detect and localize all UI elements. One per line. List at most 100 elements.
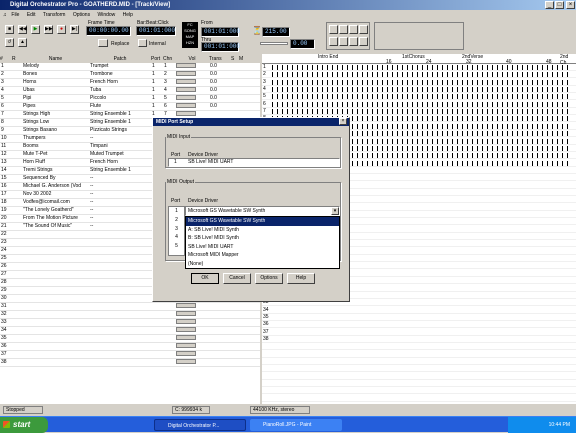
track-patch[interactable] (89, 246, 151, 255)
track-row[interactable]: 2 Bones Trombone 1 2 0.0 (0, 70, 260, 79)
track-patch[interactable]: French Horn (89, 158, 151, 167)
track-patch[interactable]: Muted Trumpet (89, 150, 151, 159)
output-driver-select[interactable]: Microsoft GS Wavetable SW Synth ▾ (185, 206, 340, 216)
track-patch[interactable] (89, 350, 151, 359)
track-patch[interactable] (89, 310, 151, 319)
track-volume[interactable] (175, 70, 209, 79)
tool-4-button[interactable] (359, 25, 368, 34)
record-toggle[interactable] (12, 142, 22, 151)
record-toggle[interactable] (12, 63, 22, 71)
option-sb-uart[interactable]: SB Live! MIDI UART (186, 243, 339, 252)
track-patch[interactable]: Pizzicato Strings (89, 126, 151, 135)
track-port[interactable] (151, 334, 163, 343)
pattern-blocks[interactable] (272, 65, 572, 70)
grid-row[interactable]: 6 (262, 101, 576, 108)
track-patch[interactable] (89, 286, 151, 295)
menu-window[interactable]: Window (94, 10, 118, 20)
col-name[interactable]: Name (22, 54, 89, 63)
track-name[interactable] (22, 230, 89, 239)
play-button[interactable]: ▶ (31, 25, 40, 34)
dialog-close-button[interactable]: × (339, 118, 347, 125)
volume-slider[interactable] (176, 71, 196, 77)
record-toggle[interactable] (12, 286, 22, 295)
track-mute[interactable] (239, 310, 260, 319)
pattern-blocks[interactable] (272, 72, 572, 78)
track-patch[interactable]: Trombone (89, 70, 151, 79)
grid-row[interactable]: 34 (262, 307, 576, 314)
track-port[interactable] (151, 302, 163, 311)
track-name[interactable]: Horns (22, 78, 89, 87)
track-patch[interactable]: Trumpet (89, 63, 151, 71)
volume-slider[interactable] (176, 319, 196, 325)
track-port[interactable] (151, 342, 163, 351)
track-patch[interactable]: -- (89, 198, 151, 207)
marker-1st-chorus[interactable]: 1stChorus (402, 54, 425, 60)
track-row[interactable]: 38 (0, 358, 260, 367)
option-sb-synth-b[interactable]: B: SB Live! MIDI Synth (186, 234, 339, 243)
record-toggle[interactable] (12, 238, 22, 247)
end-button[interactable]: ▶| (70, 25, 79, 34)
track-port[interactable] (151, 358, 163, 367)
track-solo[interactable] (231, 334, 239, 343)
record-toggle[interactable] (12, 310, 22, 319)
track-row[interactable]: 4 Ubas Tuba 1 4 0.0 (0, 86, 260, 95)
track-channel[interactable] (163, 334, 175, 343)
track-name[interactable]: From The Motion Picture (22, 214, 89, 223)
track-name[interactable]: Mute T-Pet (22, 150, 89, 159)
track-volume[interactable] (175, 358, 209, 367)
track-patch[interactable] (89, 342, 151, 351)
grid-row[interactable] (262, 380, 576, 388)
options-button[interactable]: Options (255, 273, 283, 284)
grid-row[interactable]: 37 (262, 329, 576, 336)
track-mute[interactable] (239, 86, 260, 95)
record-toggle[interactable] (12, 246, 22, 255)
track-name[interactable] (22, 326, 89, 335)
track-volume[interactable] (175, 334, 209, 343)
track-name[interactable]: Horn Fluff (22, 158, 89, 167)
track-channel[interactable]: 1 (163, 63, 175, 71)
loop-button[interactable]: ↺ (5, 38, 14, 47)
track-volume[interactable] (175, 86, 209, 95)
track-solo[interactable] (231, 86, 239, 95)
track-name[interactable]: Melody (22, 63, 89, 71)
col-patch[interactable]: Patch (89, 54, 151, 63)
track-patch[interactable] (89, 254, 151, 263)
grid-row[interactable] (262, 358, 576, 365)
track-name[interactable]: Pipes (22, 102, 89, 111)
record-toggle[interactable] (12, 206, 22, 215)
track-patch[interactable]: -- (89, 206, 151, 215)
record-toggle[interactable] (12, 94, 22, 103)
track-port[interactable]: 1 (151, 102, 163, 111)
record-toggle[interactable] (12, 230, 22, 239)
track-channel[interactable] (163, 302, 175, 311)
tool-6-button[interactable] (339, 37, 348, 46)
volume-slider[interactable] (176, 95, 196, 101)
track-volume[interactable] (175, 78, 209, 87)
track-name[interactable]: Bones (22, 70, 89, 79)
pattern-blocks[interactable] (272, 87, 572, 93)
task-digital-orchestrator[interactable]: Digital Orchestrator P... (154, 419, 246, 431)
track-volume[interactable] (175, 102, 209, 111)
record-toggle[interactable] (12, 302, 22, 311)
grid-row[interactable] (262, 343, 576, 351)
track-name[interactable]: Pipi (22, 94, 89, 103)
track-mute[interactable] (239, 94, 260, 103)
track-port[interactable] (151, 326, 163, 335)
track-channel[interactable] (163, 310, 175, 319)
track-port[interactable]: 1 (151, 78, 163, 87)
track-name[interactable] (22, 238, 89, 247)
track-patch[interactable]: -- (89, 174, 151, 183)
volume-slider[interactable] (176, 343, 196, 349)
record-toggle[interactable] (12, 78, 22, 87)
track-mute[interactable] (239, 358, 260, 367)
from-display[interactable]: 001:01:000 (201, 27, 240, 37)
track-name[interactable] (22, 294, 89, 303)
clock[interactable]: 10:44 PM (549, 422, 570, 428)
track-patch[interactable]: French Horn (89, 78, 151, 87)
record-toggle[interactable] (12, 150, 22, 159)
track-row[interactable]: 33 (0, 318, 260, 327)
track-port[interactable] (151, 318, 163, 327)
grid-row[interactable]: 36 (262, 321, 576, 329)
track-row[interactable]: 35 (0, 334, 260, 343)
track-name[interactable] (22, 254, 89, 263)
